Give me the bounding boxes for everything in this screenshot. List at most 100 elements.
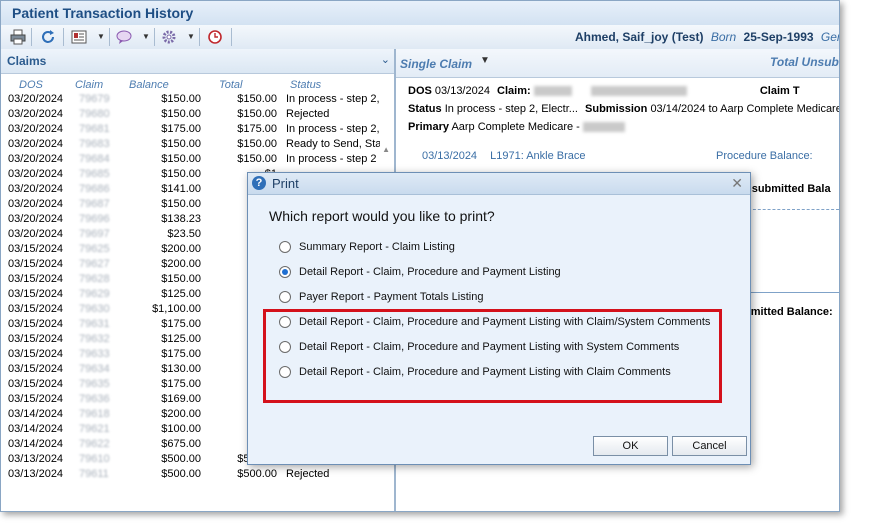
- report-option[interactable]: Detail Report - Claim, Procedure and Pay…: [279, 266, 561, 278]
- row-claim: 79696: [79, 213, 110, 225]
- row-balance: $138.23: [161, 213, 201, 225]
- row-status: Ready to Send, Sta: [286, 138, 380, 150]
- row-balance: $100.00: [161, 423, 201, 435]
- procedure-line[interactable]: 03/13/2024 L1971: Ankle Brace: [422, 150, 586, 162]
- ok-button[interactable]: OK: [593, 436, 668, 456]
- row-balance: $150.00: [161, 198, 201, 210]
- primary-label: Primary: [408, 121, 449, 133]
- report-option[interactable]: Summary Report - Claim Listing: [279, 241, 455, 253]
- toolbar-separator: [199, 28, 200, 46]
- row-claim: 79631: [79, 318, 110, 330]
- report-option-label: Summary Report - Claim Listing: [299, 241, 455, 253]
- single-claim-title[interactable]: Single Claim: [400, 57, 472, 71]
- chevron-down-icon[interactable]: ▼: [97, 32, 105, 41]
- row-balance: $175.00: [161, 123, 201, 135]
- table-row[interactable]: 03/13/2024 79611 $500.00 $500.00 Rejected: [1, 467, 384, 482]
- chevron-down-icon[interactable]: ▼: [142, 32, 150, 41]
- toolbar-separator: [109, 28, 110, 46]
- row-dos: 03/15/2024: [8, 288, 64, 300]
- col-status[interactable]: Status: [290, 79, 321, 91]
- row-claim: 79697: [79, 228, 110, 240]
- row-balance: $150.00: [161, 93, 201, 105]
- refresh-icon[interactable]: [38, 27, 58, 47]
- row-dos: 03/14/2024: [8, 423, 64, 435]
- submission-label: Submission: [585, 103, 648, 115]
- row-balance: $125.00: [161, 333, 201, 345]
- card-icon[interactable]: [69, 27, 89, 47]
- row-balance: $200.00: [161, 408, 201, 420]
- row-balance: $130.00: [161, 363, 201, 375]
- table-row[interactable]: 03/20/2024 79679 $150.00 $150.00 In process …: [1, 92, 384, 107]
- row-balance: $150.00: [161, 168, 201, 180]
- row-dos: 03/14/2024: [8, 438, 64, 450]
- row-dos: 03/15/2024: [8, 348, 64, 360]
- table-row[interactable]: 03/20/2024 79684 $150.00 $150.00 In process …: [1, 152, 384, 167]
- print-icon[interactable]: [8, 27, 28, 47]
- row-claim: 79679: [79, 93, 110, 105]
- title-bar: Patient Transaction History: [1, 1, 839, 26]
- row-dos: 03/15/2024: [8, 258, 64, 270]
- primary-value: Aarp Complete Medicare -: [451, 121, 580, 133]
- report-option[interactable]: Payer Report - Payment Totals Listing: [279, 291, 483, 303]
- row-claim: 79687: [79, 198, 110, 210]
- dialog-question: Which report would you like to print?: [269, 208, 495, 224]
- row-dos: 03/15/2024: [8, 333, 64, 345]
- col-balance[interactable]: Balance: [129, 79, 169, 91]
- radio-button[interactable]: [279, 266, 291, 278]
- collapse-icon[interactable]: ⌄: [381, 53, 390, 66]
- row-dos: 03/13/2024: [8, 468, 64, 480]
- toolbar-separator: [154, 28, 155, 46]
- toolbar-separator: [231, 28, 232, 46]
- table-row[interactable]: 03/20/2024 79681 $175.00 $175.00 In process …: [1, 122, 384, 137]
- row-claim: 79633: [79, 348, 110, 360]
- row-claim: 79622: [79, 438, 110, 450]
- chevron-down-icon[interactable]: ▼: [187, 32, 195, 41]
- chat-icon[interactable]: [114, 27, 134, 47]
- claim-redacted: [590, 86, 687, 97]
- close-icon[interactable]: ✕: [731, 175, 743, 192]
- row-claim: 79621: [79, 423, 110, 435]
- row-claim: 79634: [79, 363, 110, 375]
- dialog-title-bar: ? Print ✕: [248, 173, 750, 195]
- toolbar-separator: [31, 28, 32, 46]
- row-total: $150.00: [237, 108, 277, 120]
- row-dos: 03/20/2024: [8, 183, 64, 195]
- procedure-balance-label: Procedure Balance:: [716, 150, 813, 162]
- row-total: $500.00: [237, 468, 277, 480]
- gear-icon[interactable]: [159, 27, 179, 47]
- table-row[interactable]: 03/20/2024 79683 $150.00 $150.00 Ready to Se…: [1, 137, 384, 152]
- row-claim: 79685: [79, 168, 110, 180]
- row-balance: $23.50: [167, 228, 201, 240]
- col-claim[interactable]: Claim: [75, 79, 103, 91]
- claims-title: Claims: [7, 54, 47, 68]
- row-balance: $500.00: [161, 468, 201, 480]
- row-dos: 03/15/2024: [8, 378, 64, 390]
- row-claim: 79630: [79, 303, 110, 315]
- report-option-label: Detail Report - Claim, Procedure and Pay…: [299, 266, 561, 278]
- divider: [748, 209, 839, 210]
- row-dos: 03/20/2024: [8, 198, 64, 210]
- radio-button[interactable]: [279, 291, 291, 303]
- row-status: In process - step 2,: [286, 93, 380, 105]
- gender-label: Gen: [820, 30, 839, 44]
- clock-icon[interactable]: [205, 27, 225, 47]
- row-dos: 03/15/2024: [8, 363, 64, 375]
- row-balance: $169.00: [161, 393, 201, 405]
- row-balance: $141.00: [161, 183, 201, 195]
- radio-button[interactable]: [279, 241, 291, 253]
- row-status: Rejected: [286, 108, 330, 120]
- table-row[interactable]: 03/20/2024 79680 $150.00 $150.00 Rejected: [1, 107, 384, 122]
- dos-label: DOS: [408, 85, 432, 97]
- chevron-down-icon[interactable]: ▼: [480, 55, 490, 66]
- col-total[interactable]: Total: [219, 79, 242, 91]
- cancel-button[interactable]: Cancel: [672, 436, 747, 456]
- divider: [748, 292, 839, 293]
- row-claim: 79618: [79, 408, 110, 420]
- row-dos: 03/20/2024: [8, 228, 64, 240]
- row-balance: $200.00: [161, 243, 201, 255]
- col-dos[interactable]: DOS: [19, 79, 43, 91]
- row-balance: $150.00: [161, 273, 201, 285]
- procedure-date: 03/13/2024: [422, 150, 478, 162]
- row-dos: 03/13/2024: [8, 453, 64, 465]
- row-balance: $150.00: [161, 153, 201, 165]
